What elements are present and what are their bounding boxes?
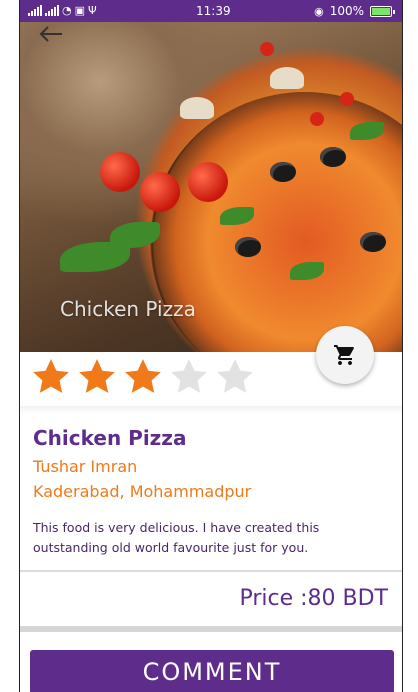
image-caption: Chicken Pizza (60, 297, 196, 321)
olive-decor (360, 232, 386, 252)
pepper-decor (340, 92, 354, 106)
food-image: Chicken Pizza (20, 22, 402, 352)
battery-icon (370, 5, 395, 17)
food-detail-screen: ◔ ▣ Ψ 11:39 ◉ 100% Chicken Pizza Chicken… (20, 0, 402, 692)
notification-icon: ▣ (74, 4, 86, 17)
mushroom-decor (180, 97, 214, 119)
olive-decor (320, 147, 346, 167)
status-right-icons: ◉ 100% (314, 4, 395, 18)
add-to-cart-button[interactable] (316, 326, 374, 384)
olive-decor (235, 237, 261, 257)
star-icon[interactable] (122, 356, 164, 398)
pepper-decor (260, 42, 274, 56)
status-time: 11:39 (196, 4, 231, 18)
mushroom-decor (270, 67, 304, 89)
signal-icon (28, 5, 42, 16)
star-icon[interactable] (214, 356, 256, 398)
divider (20, 626, 402, 632)
rating-divider (20, 406, 402, 414)
star-icon[interactable] (76, 356, 118, 398)
usb-icon: Ψ (88, 4, 97, 17)
price-label: Price :80 BDT (239, 586, 388, 611)
comment-button[interactable]: COMMENT (30, 650, 394, 692)
pepper-decor (310, 112, 324, 126)
frame-right-edge (402, 0, 418, 692)
signal-icon (45, 5, 59, 16)
battery-percent: 100% (329, 4, 364, 18)
chef-address: Kaderabad, Mohammadpur (33, 482, 252, 501)
wifi-icon: ◔ (62, 4, 72, 17)
shopping-cart-icon (334, 345, 354, 365)
tomato-decor (140, 172, 180, 212)
tomato-decor (100, 152, 140, 192)
olive-decor (270, 162, 296, 182)
device-frame: ◔ ▣ Ψ 11:39 ◉ 100% Chicken Pizza Chicken… (0, 0, 418, 692)
star-icon[interactable] (168, 356, 210, 398)
chef-name: Tushar Imran (33, 457, 138, 476)
status-left-icons: ◔ ▣ Ψ (28, 4, 97, 17)
frame-left-edge (0, 0, 20, 692)
rating-stars[interactable] (30, 356, 256, 398)
divider (20, 570, 402, 572)
food-description: This food is very delicious. I have crea… (33, 520, 320, 555)
food-title: Chicken Pizza (33, 426, 187, 450)
eye-icon: ◉ (314, 4, 324, 18)
status-bar: ◔ ▣ Ψ 11:39 ◉ 100% (20, 0, 402, 22)
star-icon[interactable] (30, 356, 72, 398)
arrow-back-icon[interactable] (32, 24, 68, 44)
tomato-decor (188, 162, 228, 202)
